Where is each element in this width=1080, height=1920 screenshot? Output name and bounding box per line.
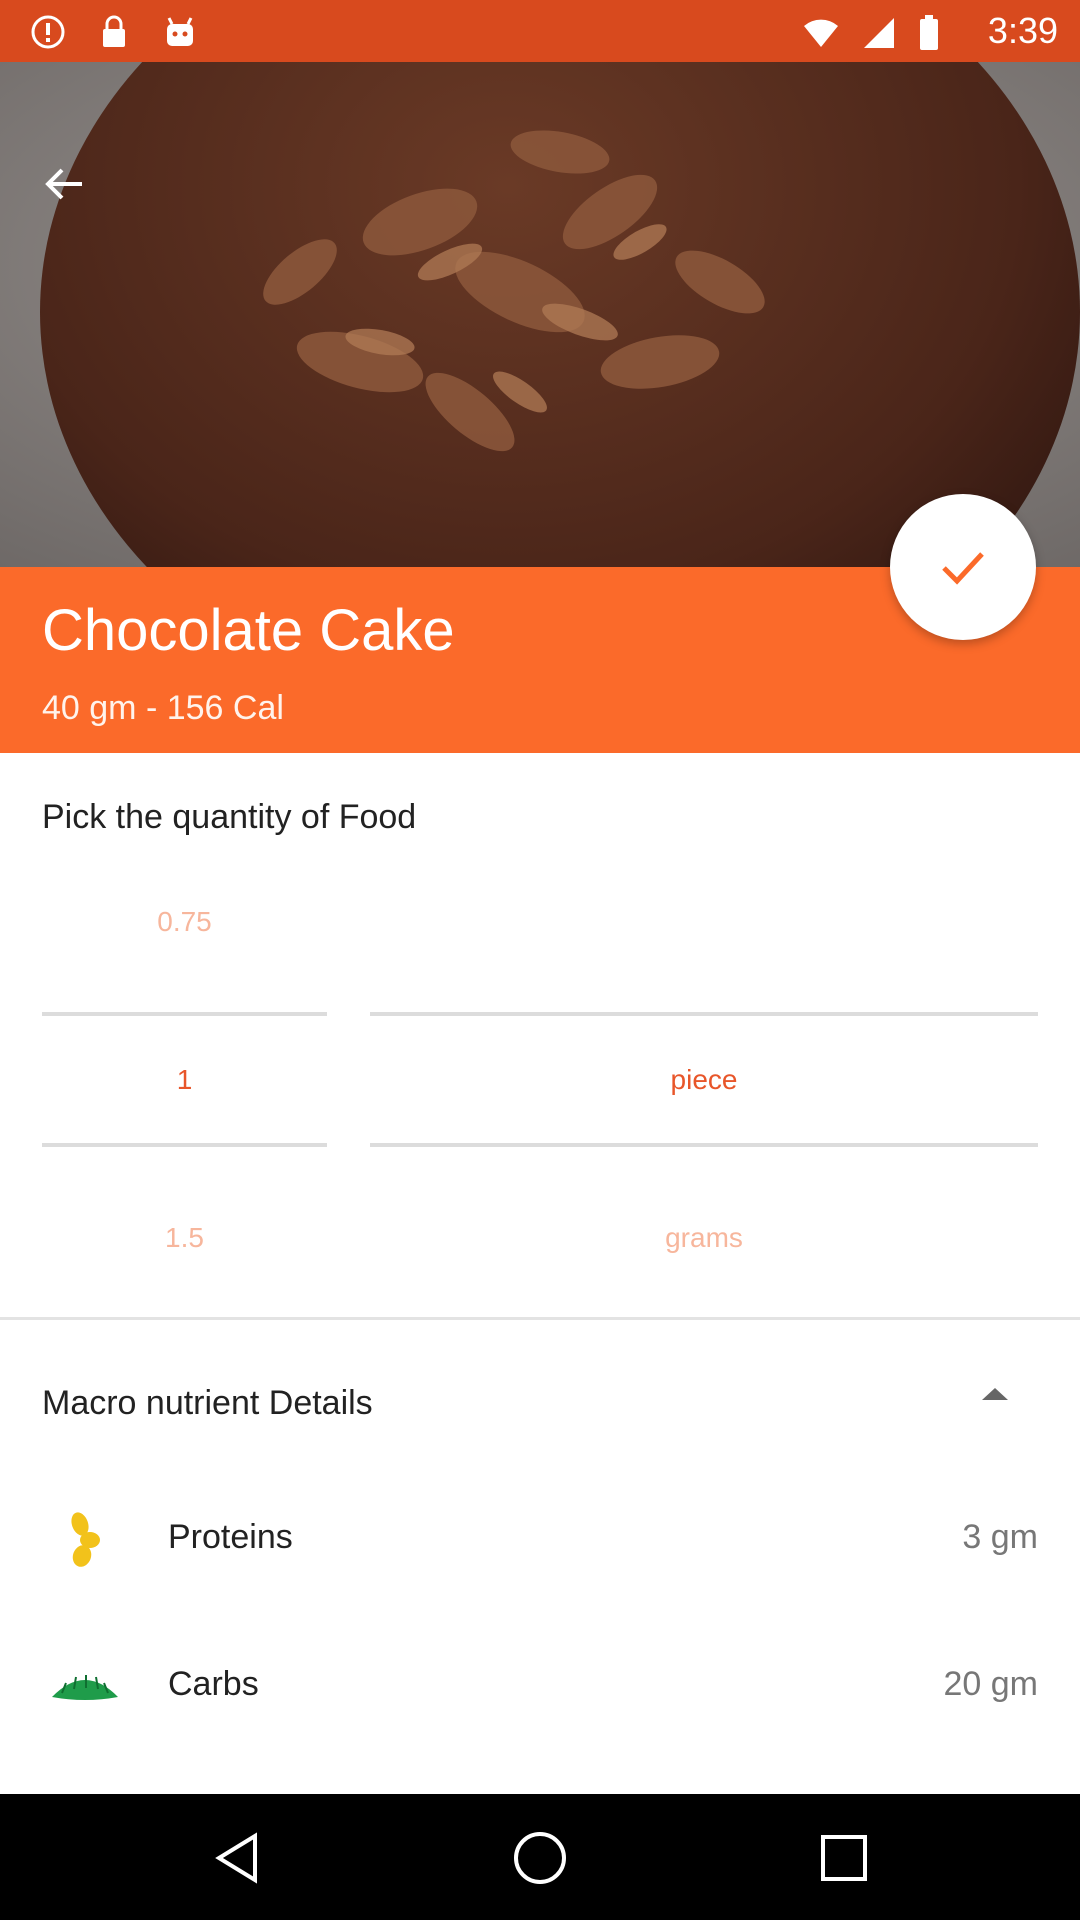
back-nav-icon[interactable] <box>205 1826 269 1890</box>
collapse-arrow-icon[interactable] <box>980 1384 1010 1404</box>
back-arrow-icon[interactable] <box>42 162 106 226</box>
food-title: Chocolate Cake <box>42 598 455 663</box>
navigation-bar <box>0 1794 1080 1920</box>
recents-nav-icon[interactable] <box>812 1826 876 1890</box>
section-divider <box>0 1317 1080 1320</box>
carbs-icon <box>50 1657 120 1717</box>
food-portion-calories: 40 gm - 156 Cal <box>42 689 284 727</box>
quantity-heading: Pick the quantity of Food <box>42 798 417 836</box>
unit-picker-top-line <box>370 1012 1038 1016</box>
android-icon <box>160 12 200 52</box>
macro-name: Proteins <box>168 1518 293 1556</box>
macro-value: 20 gm <box>943 1665 1039 1703</box>
unit-picker-bottom-line <box>370 1143 1038 1147</box>
confirm-button[interactable] <box>890 494 1036 640</box>
signal-icon <box>860 14 898 57</box>
unit-option-selected[interactable]: piece <box>370 1064 1038 1096</box>
unit-option-below[interactable]: grams <box>370 1222 1038 1254</box>
amount-option-above[interactable]: 0.75 <box>42 906 327 938</box>
macro-heading: Macro nutrient Details <box>42 1384 373 1422</box>
macro-row-proteins: Proteins 3 gm <box>0 1500 1080 1580</box>
home-nav-icon[interactable] <box>508 1826 572 1890</box>
alert-icon <box>28 12 68 52</box>
battery-icon <box>918 14 940 57</box>
macro-row-carbs: Carbs 20 gm <box>0 1647 1080 1727</box>
protein-icon <box>50 1510 120 1570</box>
amount-picker-bottom-line <box>42 1143 327 1147</box>
lock-icon <box>94 12 134 52</box>
checkmark-icon <box>942 552 984 585</box>
status-bar: 3:39 <box>0 0 1080 62</box>
status-time: 3:39 <box>987 10 1058 51</box>
amount-picker-top-line <box>42 1012 327 1016</box>
food-image <box>0 62 1080 567</box>
macro-value: 3 gm <box>962 1518 1038 1556</box>
amount-option-below[interactable]: 1.5 <box>42 1222 327 1254</box>
wifi-icon <box>802 14 840 57</box>
amount-option-selected[interactable]: 1 <box>42 1064 327 1096</box>
macro-name: Carbs <box>168 1665 259 1703</box>
